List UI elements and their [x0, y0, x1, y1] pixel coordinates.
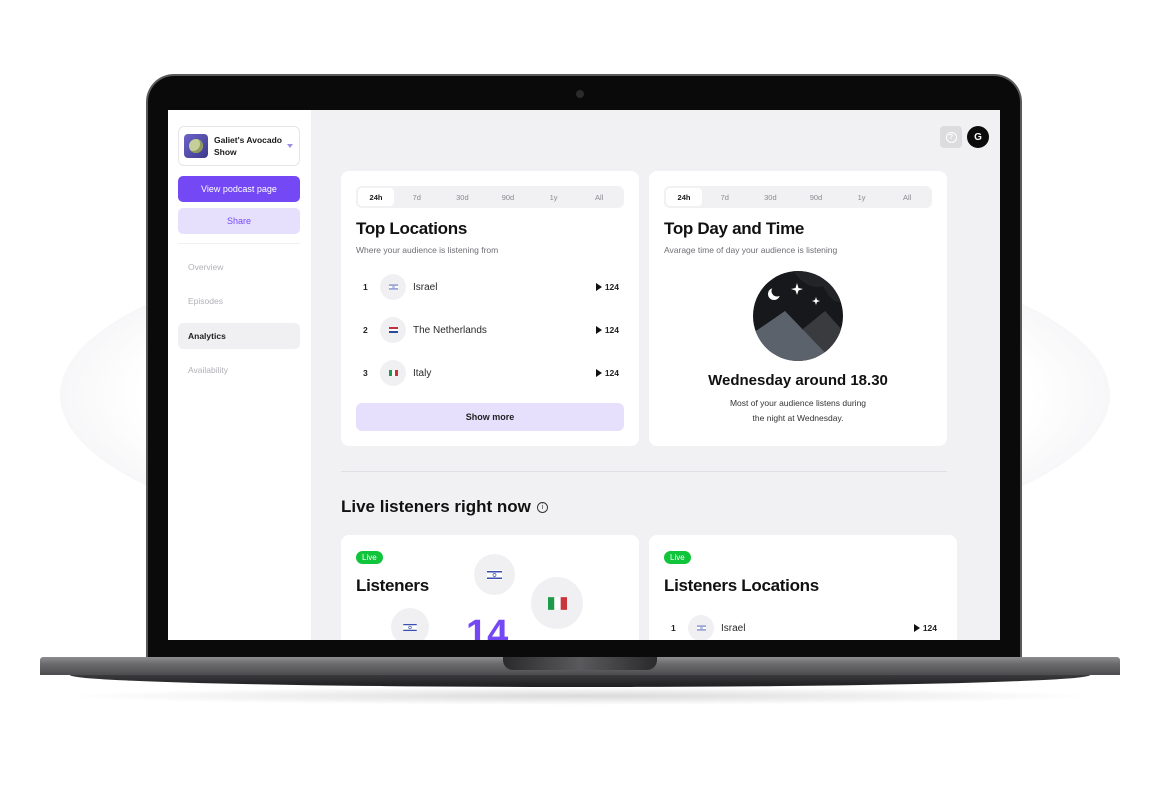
laptop-camera [576, 90, 584, 98]
live-listener-count: 14 [466, 613, 509, 640]
app-screen: Galiet's Avocado Show View podcast page … [168, 110, 1000, 640]
laptop-shadow [60, 687, 1100, 705]
sidebar-item-availability[interactable]: Availability [178, 357, 300, 383]
flag-bubble [380, 274, 406, 300]
sidebar: Galiet's Avocado Show View podcast page … [168, 110, 311, 640]
location-name: The Netherlands [413, 324, 487, 336]
card-subtitle: Avarage time of day your audience is lis… [664, 245, 838, 255]
play-count: 124 [595, 325, 624, 335]
tab-1y[interactable]: 1y [531, 188, 577, 206]
flag-bubble [474, 554, 515, 595]
play-count-value: 124 [604, 325, 619, 335]
laptop-notch [503, 657, 657, 670]
chevron-down-icon [287, 144, 293, 148]
location-rank: 1 [671, 623, 676, 633]
play-icon [595, 369, 602, 377]
tab-1y[interactable]: 1y [839, 188, 885, 206]
location-name: Israel [413, 281, 438, 293]
tab-90d[interactable]: 90d [485, 188, 531, 206]
location-row[interactable]: 1 Israel 124 [664, 614, 942, 640]
location-row[interactable]: 2 The Netherlands 124 [356, 316, 624, 344]
podcast-selector[interactable]: Galiet's Avocado Show [178, 126, 300, 166]
tab-all[interactable]: All [576, 188, 622, 206]
play-count: 124 [595, 282, 624, 292]
top-day-time-card: 24h 7d 30d 90d 1y All Top Day and Time A… [649, 171, 947, 446]
italy-flag-icon [388, 370, 398, 376]
sidebar-divider [178, 243, 300, 244]
top-day-description: Most of your audience listens during the… [649, 396, 947, 426]
flag-bubble [380, 317, 406, 343]
italy-flag-icon [547, 596, 567, 610]
israel-flag-icon [696, 625, 706, 631]
location-rank: 3 [363, 368, 368, 378]
tab-7d[interactable]: 7d [702, 188, 748, 206]
info-icon[interactable]: i [536, 501, 548, 513]
tab-24h[interactable]: 24h [358, 188, 394, 206]
location-name: Italy [413, 367, 432, 379]
time-range-tabs: 24h 7d 30d 90d 1y All [356, 186, 624, 208]
location-name: Israel [721, 622, 746, 634]
location-row[interactable]: 3 Italy 124 [356, 359, 624, 387]
help-icon: ? [945, 131, 957, 143]
podcast-artwork [184, 134, 208, 158]
card-subtitle: Where your audience is listening from [356, 245, 499, 255]
description-line: the night at Wednesday. [752, 413, 844, 423]
netherlands-flag-icon [388, 327, 398, 333]
card-title: Listeners [356, 576, 429, 595]
tab-30d[interactable]: 30d [748, 188, 794, 206]
podcast-name: Galiet's Avocado Show [214, 135, 282, 157]
play-count-value: 124 [604, 368, 619, 378]
flag-bubble [380, 360, 406, 386]
play-icon [913, 624, 920, 632]
play-icon [595, 283, 602, 291]
sidebar-item-episodes[interactable]: Episodes [178, 288, 300, 314]
laptop-base-bottom [70, 675, 1090, 687]
israel-flag-icon [403, 622, 417, 632]
live-section-title-text: Live listeners right now [341, 497, 531, 516]
location-rank: 1 [363, 282, 368, 292]
tab-all[interactable]: All [884, 188, 930, 206]
live-badge: Live [664, 551, 691, 564]
section-divider [341, 471, 947, 472]
tab-24h[interactable]: 24h [666, 188, 702, 206]
live-section-title: Live listeners right now i [341, 497, 548, 517]
israel-flag-icon [487, 569, 502, 580]
israel-flag-icon [388, 284, 398, 290]
location-row[interactable]: 1 Israel 124 [356, 273, 624, 301]
view-podcast-page-button[interactable]: View podcast page [178, 176, 300, 202]
top-locations-card: 24h 7d 30d 90d 1y All Top Locations Wher… [341, 171, 639, 446]
flag-bubble [688, 615, 714, 640]
live-locations-card: Live Listeners Locations 1 Israel 124 [649, 535, 957, 640]
sidebar-item-analytics[interactable]: Analytics [178, 323, 300, 349]
card-title: Listeners Locations [664, 576, 819, 595]
play-count-value: 124 [922, 623, 937, 633]
tab-90d[interactable]: 90d [793, 188, 839, 206]
play-count: 124 [913, 623, 942, 633]
description-line: Most of your audience listens during [729, 398, 867, 408]
user-avatar[interactable]: G [967, 126, 989, 148]
live-listeners-card: Live Listeners 14 [341, 535, 639, 640]
top-day-headline: Wednesday around 18.30 [708, 372, 888, 389]
flag-bubble [531, 577, 583, 629]
flag-bubble [391, 608, 429, 640]
share-button[interactable]: Share [178, 208, 300, 234]
card-title: Top Day and Time [664, 219, 805, 238]
live-badge: Live [356, 551, 383, 564]
sidebar-item-overview[interactable]: Overview [178, 254, 300, 280]
night-illustration-icon [753, 271, 843, 361]
tab-30d[interactable]: 30d [440, 188, 486, 206]
tab-7d[interactable]: 7d [394, 188, 440, 206]
location-rank: 2 [363, 325, 368, 335]
play-icon [595, 326, 602, 334]
help-button[interactable]: ? [940, 126, 962, 148]
time-range-tabs: 24h 7d 30d 90d 1y All [664, 186, 932, 208]
card-title: Top Locations [356, 219, 467, 238]
play-count: 124 [595, 368, 624, 378]
show-more-button[interactable]: Show more [356, 403, 624, 431]
play-count-value: 124 [604, 282, 619, 292]
